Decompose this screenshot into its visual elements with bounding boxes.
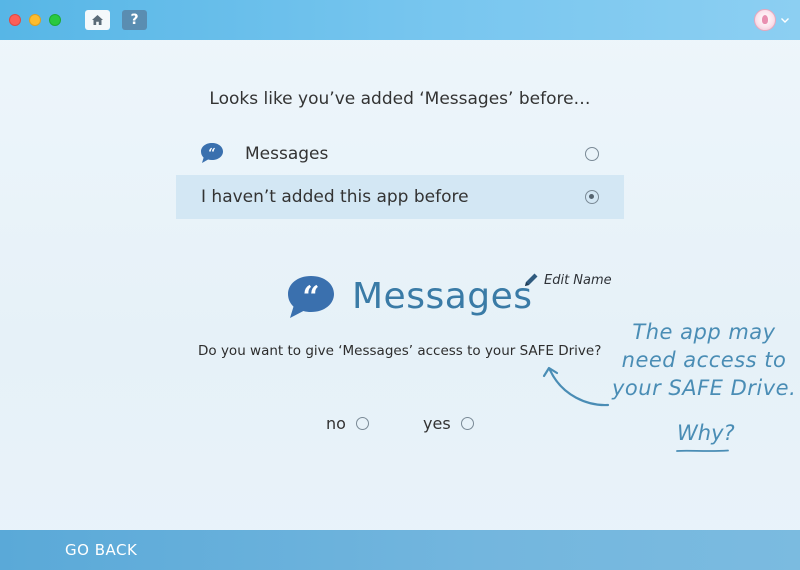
quote-bubble-icon: “: [201, 143, 223, 163]
edit-name-label: Edit Name: [544, 272, 612, 288]
avatar[interactable]: [754, 9, 776, 31]
option-new-app-label: I haven’t added this app before: [201, 187, 469, 207]
choice-yes-radio[interactable]: [460, 417, 474, 430]
option-existing-app-radio[interactable]: [585, 147, 599, 161]
option-new-app[interactable]: I haven’t added this app before: [176, 175, 624, 219]
choice-yes-label: yes: [423, 414, 451, 433]
svg-text:“: “: [208, 147, 215, 162]
help-label: ?: [130, 12, 139, 28]
go-back-button[interactable]: GO BACK: [65, 541, 137, 559]
close-window-button[interactable]: [9, 14, 21, 26]
option-existing-app[interactable]: “ Messages: [176, 132, 624, 176]
curved-arrow-icon: [542, 366, 610, 407]
minimize-window-button[interactable]: [29, 14, 41, 26]
home-button[interactable]: [85, 10, 110, 30]
access-question: Do you want to give ‘Messages’ access to…: [198, 343, 602, 359]
app-name-title: Messages: [352, 276, 533, 317]
access-hint-note: The app may need access to your SAFE Dri…: [612, 318, 796, 402]
footer-bar: GO BACK: [0, 530, 800, 570]
choice-no-radio[interactable]: [355, 417, 369, 430]
title-bar: ?: [0, 0, 800, 40]
maximize-window-button[interactable]: [49, 14, 61, 26]
account-menu[interactable]: [754, 9, 790, 31]
pencil-icon: [525, 273, 538, 286]
svg-text:“: “: [302, 280, 319, 315]
help-button[interactable]: ?: [122, 10, 147, 30]
option-existing-app-label: Messages: [245, 144, 329, 164]
note-line-1: The app may: [632, 320, 776, 344]
quote-bubble-icon: “: [288, 276, 334, 318]
why-underline: [676, 449, 729, 452]
note-line-3: your SAFE Drive.: [612, 376, 797, 400]
option-new-app-radio[interactable]: [585, 190, 599, 204]
note-line-2: need access to: [621, 348, 787, 372]
why-link[interactable]: Why?: [677, 421, 735, 445]
home-icon: [92, 15, 103, 25]
chevron-down-icon: [781, 18, 789, 23]
duplicate-app-question: Looks like you’ve added ‘Messages’ befor…: [209, 89, 591, 109]
edit-name-button[interactable]: Edit Name: [522, 271, 612, 289]
choice-no-label: no: [326, 414, 346, 433]
choice-no[interactable]: no: [326, 414, 369, 433]
choice-yes[interactable]: yes: [423, 414, 474, 433]
